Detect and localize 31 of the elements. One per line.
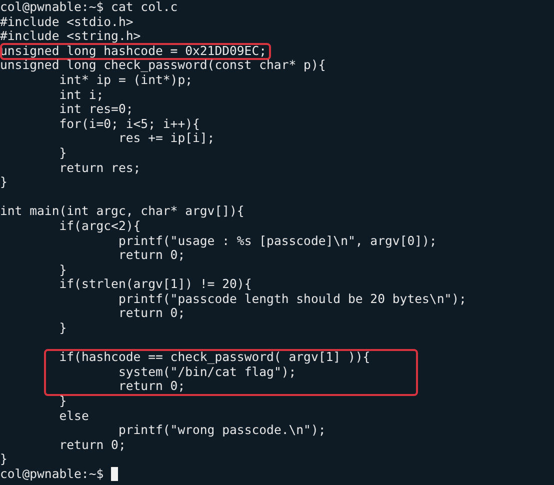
code-line: if(strlen(argv[1]) != 20){: [58, 277, 252, 292]
code-line: int i;: [58, 88, 104, 102]
code-line: unsigned long hashcode = 0x21DD09EC;: [0, 44, 267, 58]
code-line: if(hashcode == check_password( argv[1] )){: [58, 350, 370, 365]
code-line: col@pwnable:~$ cat col.c: [0, 0, 178, 15]
code-line: }: [0, 452, 8, 467]
code-line: }: [58, 262, 67, 278]
code-line: else: [58, 408, 89, 424]
code-line: printf("wrong passcode.\n");: [117, 423, 326, 438]
code-line: unsigned long check_password(const char* p){: [0, 58, 326, 73]
code-line: }: [58, 321, 67, 336]
code-line: }: [58, 394, 67, 409]
code-line: int main(int argc, char* argv[]){: [0, 204, 244, 219]
code-line: printf("passcode length should be 20 bytes\n");: [117, 292, 466, 306]
code-line: res += ip[i];: [117, 131, 215, 146]
code-line: return 0;: [117, 306, 186, 322]
code-line: printf("usage : %s [passcode]\n", argv[0]);: [117, 234, 437, 248]
code-line: return 0;: [58, 438, 126, 452]
code-line: return res;: [58, 160, 141, 176]
code-line: int* ip = (int*)p;: [58, 72, 192, 88]
code-line: system("/bin/cat flag");: [117, 364, 296, 380]
code-line: return 0;: [117, 379, 186, 394]
code-line: for(i=0; i<5; i++){: [58, 116, 200, 132]
code-line: #include <stdio.h>: [0, 14, 134, 30]
code-line: if(argc<2){: [58, 218, 141, 234]
code-line: int res=0;: [58, 102, 134, 117]
code-line: #include <string.h>: [0, 29, 141, 44]
code-line: }: [0, 175, 8, 190]
shell-prompt: col@pwnable:~$: [0, 467, 105, 482]
code-line: return 0;: [117, 248, 186, 263]
code-line: }: [58, 146, 67, 161]
